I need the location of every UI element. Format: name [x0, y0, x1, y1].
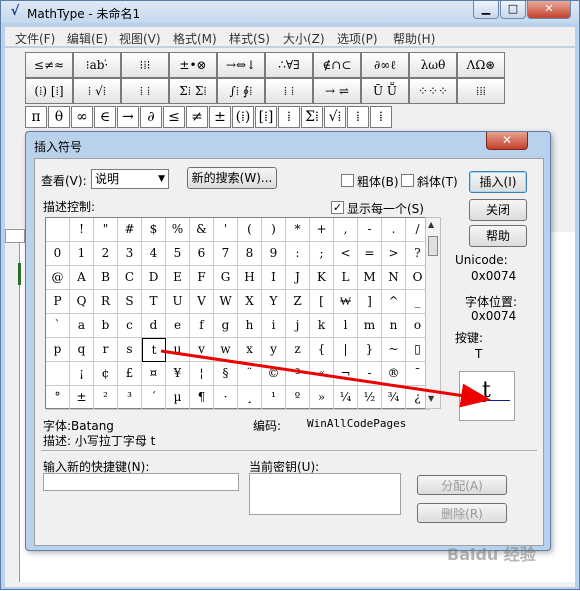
mathtype-window: √ MathType - 未命名1 ▁ □ ✕ 文件(F) 编辑(E) 视图(V… — [0, 0, 580, 590]
watermark: Baidu 经验 — [447, 545, 536, 564]
red-arrow-annotation — [160, 349, 491, 408]
